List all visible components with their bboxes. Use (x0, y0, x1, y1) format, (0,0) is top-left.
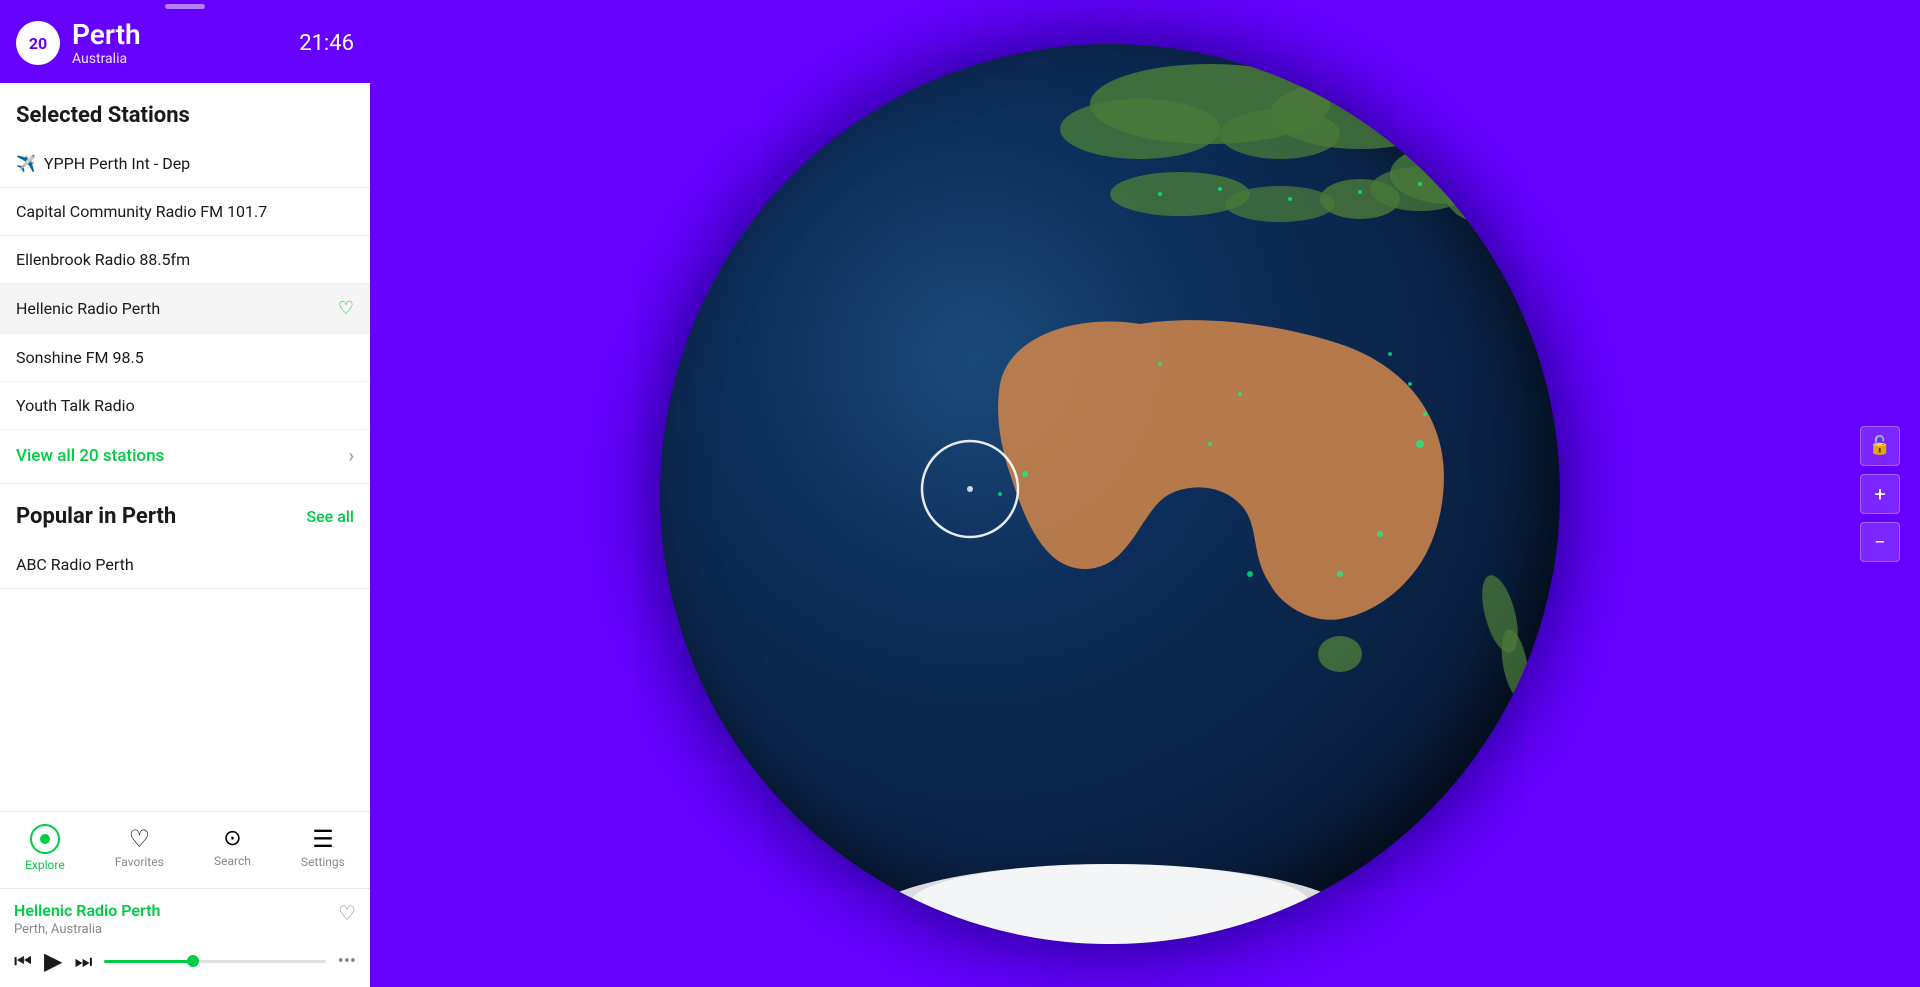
explore-label: Explore (25, 858, 65, 872)
station-name: Youth Talk Radio (16, 396, 135, 415)
progress-thumb (187, 955, 199, 967)
city-time: 21:46 (299, 31, 354, 56)
city-country: Australia (72, 51, 141, 67)
favorites-label: Favorites (115, 855, 164, 869)
station-item[interactable]: ✈️ YPPH Perth Int - Dep (0, 140, 370, 188)
station-name: Capital Community Radio FM 101.7 (16, 202, 267, 221)
station-name: Sonshine FM 98.5 (16, 348, 144, 367)
search-label: Search (214, 854, 251, 868)
now-playing-subtitle: Perth, Australia (14, 922, 160, 937)
station-item[interactable]: Sonshine FM 98.5 (0, 334, 370, 382)
nav-favorites[interactable]: ♡ Favorites (99, 823, 180, 873)
airplane-icon: ✈️ (16, 154, 36, 173)
station-name: Hellenic Radio Perth (16, 299, 160, 318)
progress-fill (104, 960, 193, 963)
zoom-in-button[interactable]: + (1860, 474, 1900, 514)
more-options-button[interactable]: ••• (338, 951, 356, 972)
now-playing-bar: Hellenic Radio Perth Perth, Australia ♡ … (0, 888, 370, 987)
station-item[interactable]: Capital Community Radio FM 101.7 (0, 188, 370, 236)
city-details: Perth Australia (72, 20, 141, 67)
lock-button[interactable]: 🔓 (1860, 426, 1900, 466)
progress-bar[interactable] (104, 960, 325, 963)
search-icon: ⊙ (223, 828, 241, 850)
minus-icon: − (1874, 530, 1885, 554)
zoom-out-button[interactable]: − (1860, 522, 1900, 562)
now-playing-info-row: Hellenic Radio Perth Perth, Australia ♡ (14, 901, 356, 937)
settings-icon: ☰ (312, 827, 334, 851)
rewind-button[interactable]: ⏮ (14, 949, 32, 973)
popular-header: Popular in Perth See all (0, 484, 370, 541)
station-item[interactable]: Youth Talk Radio (0, 382, 370, 430)
station-name: Ellenbrook Radio 88.5fm (16, 250, 190, 269)
favorites-icon: ♡ (129, 827, 151, 851)
scroll-handle (165, 4, 205, 9)
selected-stations-title: Selected Stations (0, 83, 370, 140)
chevron-right-icon: › (349, 446, 354, 467)
station-name: ABC Radio Perth (16, 555, 134, 574)
station-name: ✈️ YPPH Perth Int - Dep (16, 154, 190, 173)
header-top: 20 Perth Australia 21:46 (16, 20, 354, 67)
explore-icon (30, 824, 60, 854)
see-all-link[interactable]: See all (306, 507, 354, 526)
bottom-nav: Explore ♡ Favorites ⊙ Search ☰ Settings (0, 811, 370, 888)
city-info: 20 Perth Australia (16, 20, 141, 67)
header: 20 Perth Australia 21:46 (0, 0, 370, 83)
station-item[interactable]: Ellenbrook Radio 88.5fm (0, 236, 370, 284)
city-badge: 20 (16, 21, 60, 65)
content-area[interactable]: Selected Stations ✈️ YPPH Perth Int - De… (0, 83, 370, 811)
now-playing-info: Hellenic Radio Perth Perth, Australia (14, 901, 160, 937)
play-button[interactable]: ▶ (44, 947, 62, 975)
abc-radio-item[interactable]: ABC Radio Perth (0, 541, 370, 589)
nav-search[interactable]: ⊙ Search (198, 824, 267, 872)
nav-explore[interactable]: Explore (9, 820, 81, 876)
fast-forward-button[interactable]: ⏭ (74, 949, 92, 973)
map-controls: 🔓 + − (1860, 426, 1900, 562)
left-panel: 20 Perth Australia 21:46 Selected Statio… (0, 0, 370, 987)
view-all-label: View all 20 stations (16, 446, 164, 466)
city-name: Perth (72, 20, 141, 51)
station-item-hellenic[interactable]: Hellenic Radio Perth ♡ (0, 284, 370, 334)
lock-icon: 🔓 (1869, 435, 1891, 456)
view-all-link[interactable]: View all 20 stations › (0, 430, 370, 484)
station-list: ✈️ YPPH Perth Int - Dep Capital Communit… (0, 140, 370, 430)
globe[interactable] (660, 44, 1560, 944)
now-playing-heart-button[interactable]: ♡ (338, 901, 356, 925)
popular-title: Popular in Perth (16, 504, 176, 529)
now-playing-title: Hellenic Radio Perth (14, 901, 160, 920)
settings-label: Settings (301, 855, 345, 869)
favorite-heart-icon: ♡ (338, 298, 354, 319)
playback-controls: ⏮ ▶ ⏭ ••• (14, 947, 356, 975)
plus-icon: + (1874, 482, 1885, 506)
nav-settings[interactable]: ☰ Settings (285, 823, 361, 873)
